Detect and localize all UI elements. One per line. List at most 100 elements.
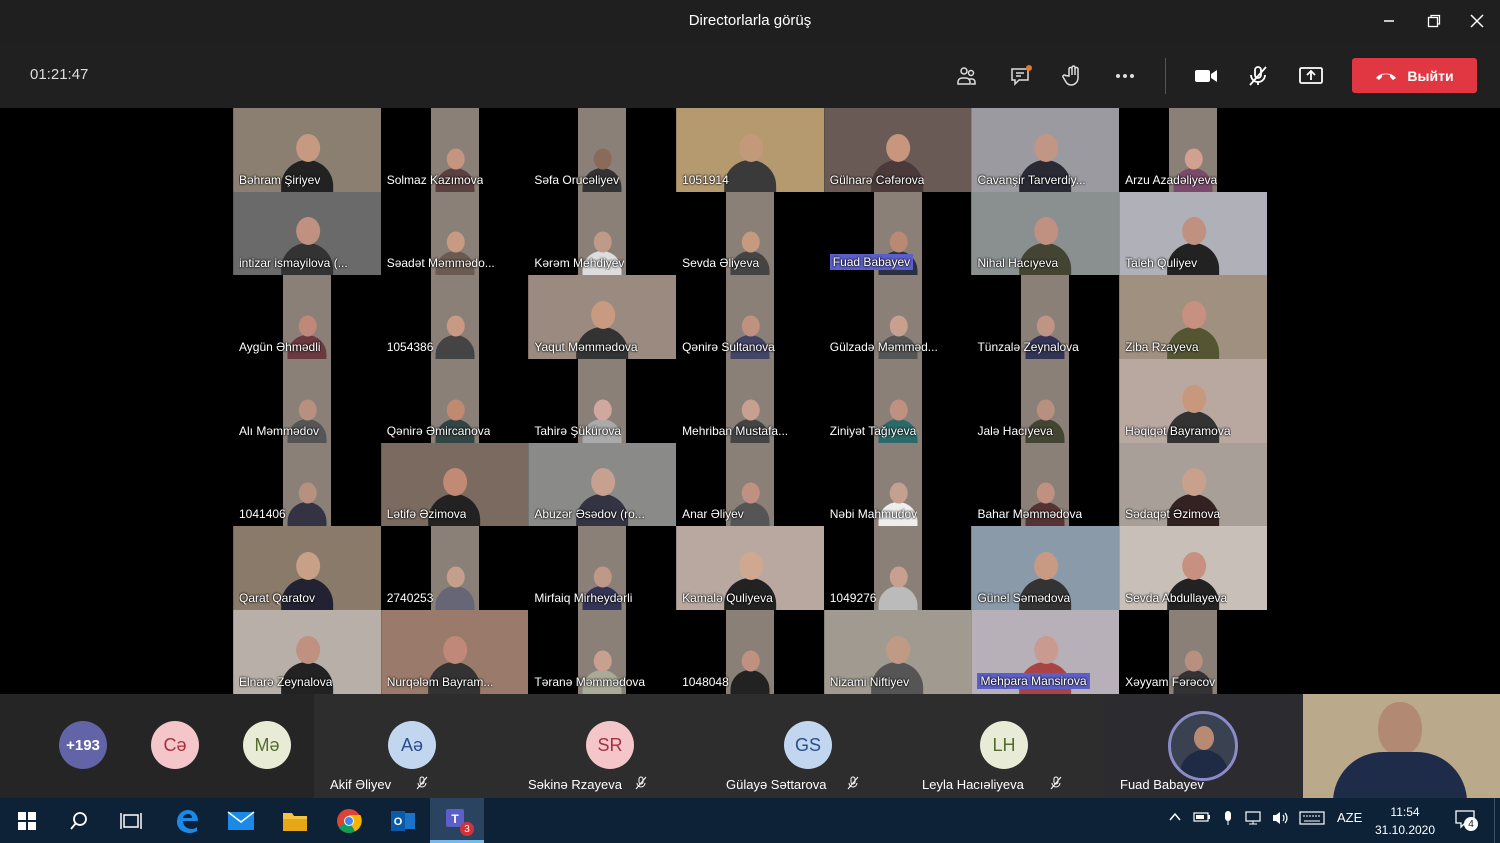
participant-cell[interactable]: GS Gülayə Səttarova: [710, 694, 908, 798]
network-icon[interactable]: [1245, 810, 1263, 829]
volume-icon[interactable]: [1271, 810, 1291, 829]
notifications-icon[interactable]: 4: [1454, 809, 1478, 832]
participant-name: Nizami Niftiyev: [829, 674, 910, 689]
video-tile[interactable]: Alı Məmmədov: [233, 359, 381, 443]
video-tile[interactable]: Nəbi Mahmudov: [823, 442, 972, 527]
show-desktop-button[interactable]: [1494, 798, 1500, 843]
video-tile[interactable]: Cavanşir Tarverdiy...: [971, 108, 1120, 192]
camera-icon[interactable]: [1188, 58, 1224, 94]
video-tile[interactable]: Solmaz Kazımova: [380, 108, 529, 192]
video-tile[interactable]: Yaqut Məmmədova: [528, 275, 677, 360]
chrome-icon[interactable]: [322, 798, 376, 843]
video-tile[interactable]: Aygün Əhmədli: [233, 275, 381, 360]
video-tile[interactable]: Ziba Rzayeva: [1119, 275, 1267, 360]
video-tile[interactable]: 1049276: [823, 526, 972, 611]
task-view-icon[interactable]: [104, 798, 158, 843]
video-tile[interactable]: Nihal Hacıyeva: [971, 191, 1120, 276]
video-tile[interactable]: Bəhram Şiriyev: [233, 108, 381, 192]
video-tile[interactable]: Qənirə Sultanova: [676, 275, 824, 360]
search-icon[interactable]: [52, 798, 106, 843]
keyboard-icon[interactable]: [1299, 810, 1325, 829]
video-tile[interactable]: Lətifə Əzimova: [380, 442, 529, 527]
share-screen-icon[interactable]: [1293, 58, 1329, 94]
minimize-icon[interactable]: [1366, 6, 1412, 36]
participant-avatar-small[interactable]: Cə: [118, 694, 216, 798]
title-bar: Directorlarla görüş: [0, 0, 1500, 42]
mic-muted-icon[interactable]: [1240, 58, 1276, 94]
video-tile[interactable]: Arzu Azadəliyeva: [1119, 108, 1267, 192]
self-video[interactable]: [1303, 694, 1500, 798]
avatar: SR: [586, 721, 634, 769]
video-tile[interactable]: Gülnarə Cəfərova: [823, 108, 972, 192]
close-icon[interactable]: [1454, 6, 1500, 36]
microphone-icon[interactable]: [1221, 810, 1235, 829]
video-tile[interactable]: Gülzadə Məmməd...: [823, 275, 972, 360]
edge-icon[interactable]: [160, 798, 214, 843]
chevron-up-icon[interactable]: [1168, 810, 1182, 827]
participant-name: Ziba Rzayeva: [1125, 340, 1199, 355]
clock[interactable]: 11:54 31.10.2020: [1370, 803, 1440, 839]
teams-icon[interactable]: T 3: [430, 798, 484, 843]
video-tile[interactable]: Taleh Quliyev: [1119, 191, 1267, 276]
participant-name: Qənirə Əmircanova: [386, 423, 491, 438]
chat-icon[interactable]: [1003, 58, 1039, 94]
video-tile[interactable]: Səfa Orucəliyev: [528, 108, 677, 192]
participants-icon[interactable]: [949, 58, 985, 94]
video-tile[interactable]: Mehriban Mustafa...: [676, 359, 824, 443]
video-tile[interactable]: Həqiqət Bayramova: [1119, 359, 1267, 443]
video-tile[interactable]: Sevda Əliyeva: [676, 191, 824, 276]
video-tile[interactable]: Sədaqət Əzimova: [1119, 442, 1267, 527]
video-tile[interactable]: 1054386: [380, 275, 529, 360]
video-tile[interactable]: Sevda Abdullayeva: [1119, 526, 1267, 611]
restore-icon[interactable]: [1411, 6, 1457, 36]
avatar: GS: [784, 721, 832, 769]
video-tile[interactable]: Səadət Məmmədo...: [380, 191, 529, 276]
video-tile[interactable]: Bahar Məmmədova: [971, 442, 1120, 527]
video-tile[interactable]: 2740253: [380, 526, 529, 611]
video-tile[interactable]: Günel Səmədova: [971, 526, 1120, 611]
participant-avatar-small[interactable]: Mə: [216, 694, 314, 798]
battery-icon[interactable]: [1193, 810, 1211, 827]
video-tile[interactable]: Elnarə Zeynalova: [233, 610, 381, 694]
participant-cell[interactable]: SR Səkinə Rzayeva: [512, 694, 710, 798]
video-tile[interactable]: Təranə Məmmədova: [528, 610, 677, 694]
start-icon[interactable]: [0, 798, 54, 843]
video-tile[interactable]: Kamalə Quliyeva: [676, 526, 824, 611]
overflow-count[interactable]: +193: [59, 721, 107, 769]
participant-cell[interactable]: Aə Akif Əliyev: [314, 694, 512, 798]
participant-name: Səadət Məmmədo...: [386, 256, 495, 271]
video-tile[interactable]: Xəyyam Fərəcov: [1119, 610, 1267, 694]
video-tile[interactable]: intizar ismayilova (...: [233, 191, 381, 276]
video-tile[interactable]: Ziniyət Tağıyeva: [823, 359, 972, 443]
participant-cell[interactable]: LH Leyla Hacıəliyeva: [906, 694, 1104, 798]
video-tile[interactable]: Kərəm Mehdiyev: [528, 191, 677, 276]
video-tile[interactable]: Mehpara Mansirova: [971, 610, 1120, 694]
video-tile[interactable]: 1051914: [676, 108, 824, 192]
video-tile[interactable]: Tahirə Şükürova: [528, 359, 677, 443]
video-tile[interactable]: Fuad Babayev: [823, 191, 972, 276]
clock-date: 31.10.2020: [1374, 823, 1436, 837]
overflow-cell[interactable]: +193: [0, 694, 118, 798]
file-explorer-icon[interactable]: [268, 798, 322, 843]
video-tile[interactable]: Jalə Hacıyeva: [971, 359, 1120, 443]
input-language[interactable]: AZE: [1337, 810, 1362, 825]
leave-button[interactable]: Выйти: [1352, 58, 1477, 93]
outlook-icon[interactable]: O: [376, 798, 430, 843]
video-tile[interactable]: Qarat Qaratov: [233, 526, 381, 611]
participant-name: Günel Səmədova: [977, 591, 1071, 606]
mail-icon[interactable]: [214, 798, 268, 843]
video-tile[interactable]: Nurqələm Bayram...: [380, 610, 529, 694]
video-tile[interactable]: Anar Əliyev: [676, 442, 824, 527]
video-tile[interactable]: 1041406: [233, 442, 381, 527]
video-tile[interactable]: 1048048: [676, 610, 824, 694]
more-options-icon[interactable]: [1107, 58, 1143, 94]
video-tile[interactable]: Qənirə Əmircanova: [380, 359, 529, 443]
video-tile[interactable]: Mirfaiq Mirheydərli: [528, 526, 677, 611]
participant-name: Leyla Hacıəliyeva: [922, 777, 1024, 792]
participant-name: Sevda Abdullayeva: [1125, 591, 1228, 606]
video-tile[interactable]: Tünzalə Zeynalova: [971, 275, 1120, 360]
active-speaker-cell[interactable]: Fuad Babayev: [1104, 694, 1303, 798]
video-tile[interactable]: Nizami Niftiyev: [823, 610, 972, 694]
raise-hand-icon[interactable]: [1055, 58, 1091, 94]
video-tile[interactable]: Abuzər Əsədov (ro...: [528, 442, 677, 527]
